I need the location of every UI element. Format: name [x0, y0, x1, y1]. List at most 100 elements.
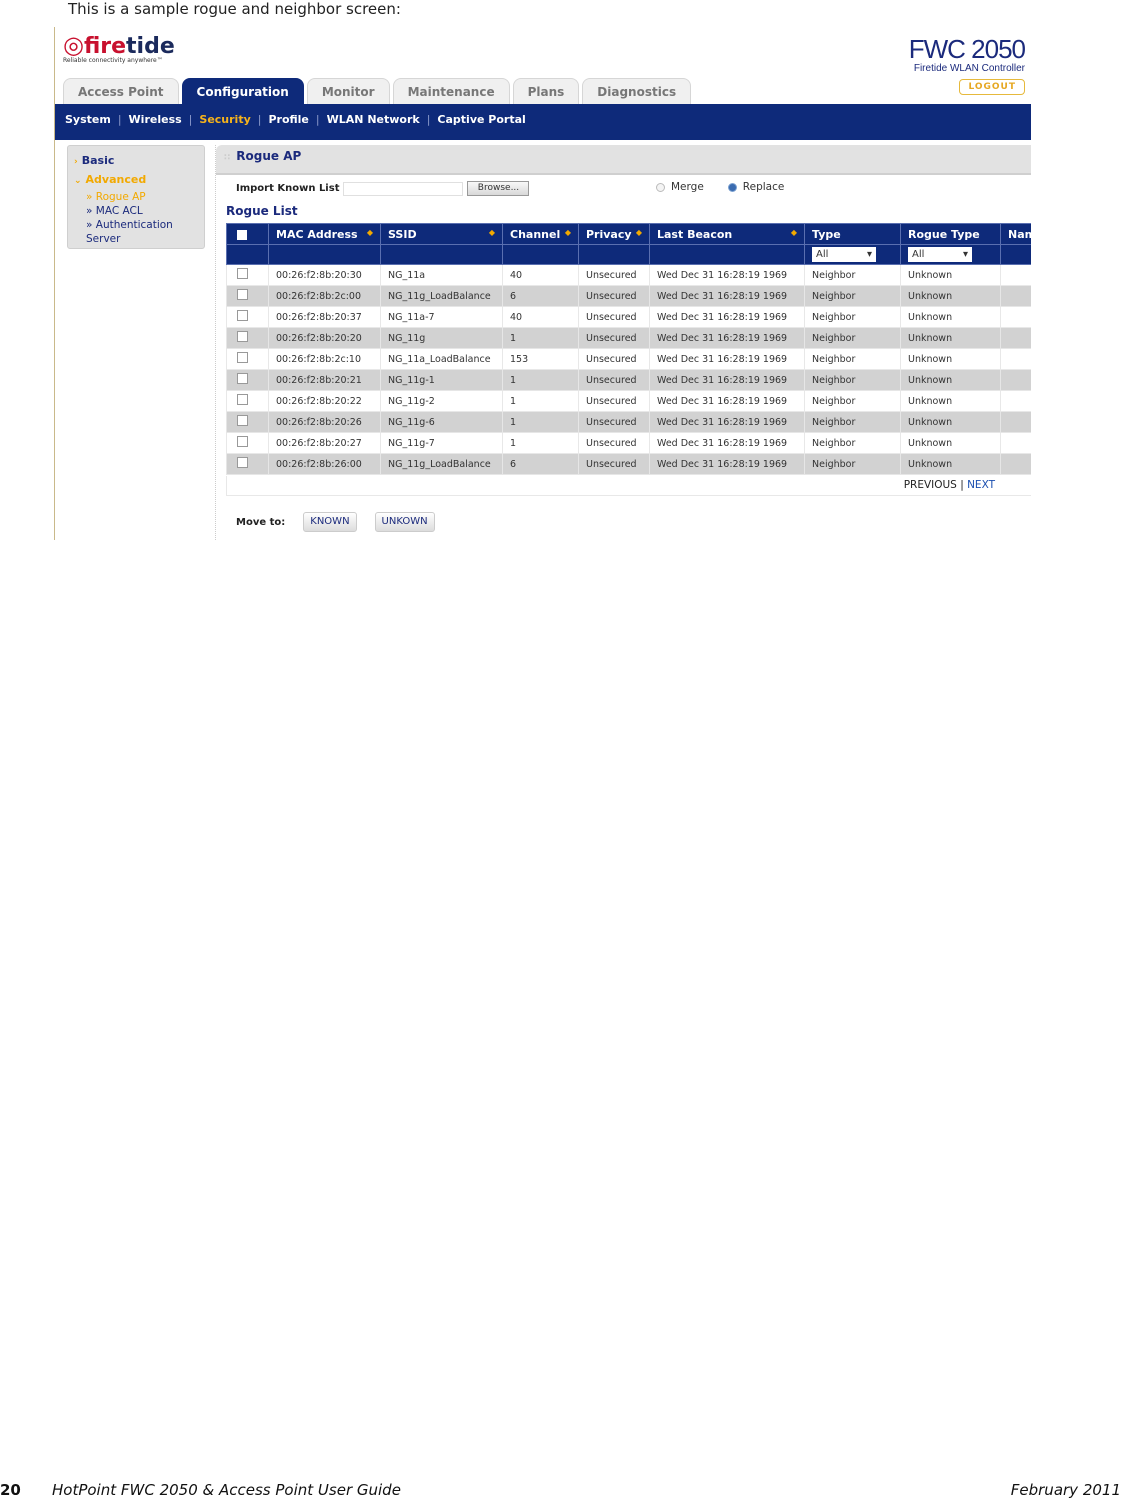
flame-icon: ◎ [63, 31, 84, 59]
column-header-ssid[interactable]: SSID ◆ [380, 223, 503, 245]
subnav-wireless[interactable]: Wireless [129, 113, 182, 126]
next-link[interactable]: NEXT [967, 479, 995, 491]
type-cell: Neighbor [804, 327, 901, 349]
row-checkbox[interactable] [237, 289, 248, 300]
subnav-separator: | [426, 112, 431, 126]
tab-maintenance[interactable]: Maintenance [392, 78, 510, 105]
tab-configuration[interactable]: Configuration [181, 78, 304, 105]
channel-cell: 1 [502, 390, 579, 412]
table-row[interactable]: 00:26:f2:8b:20:30 NG_11a 40 Unsecured Wed De… [226, 264, 1031, 286]
publication-date: February 2011 [1010, 1481, 1121, 1499]
sidebar-item-basic[interactable]: › Basic [74, 152, 198, 171]
name-cell [1000, 348, 1031, 370]
tab-plans[interactable]: Plans [512, 78, 580, 105]
column-header-channel[interactable]: Channel ◆ [502, 223, 579, 245]
sort-icon[interactable]: ◆ [489, 228, 495, 237]
table-row[interactable]: 00:26:f2:8b:20:27 NG_11g-7 1 Unsecured Wed D… [226, 432, 1031, 454]
row-checkbox[interactable] [237, 457, 248, 468]
table-row[interactable]: 00:26:f2:8b:2c:00 NG_11g_LoadBalance 6 Unse… [226, 285, 1031, 307]
replace-radio[interactable] [727, 182, 737, 192]
name-cell [1000, 432, 1031, 454]
column-header-last-beacon[interactable]: Last Beacon ◆ [649, 223, 805, 245]
ssid-header-label: SSID [388, 227, 417, 241]
merge-label: Merge [671, 181, 704, 193]
table-row[interactable]: 00:26:f2:8b:20:26 NG_11g-6 1 Unsecured Wed D… [226, 411, 1031, 433]
type-cell: Neighbor [804, 432, 901, 454]
row-select-cell [226, 432, 269, 454]
type-cell: Neighbor [804, 453, 901, 475]
channel-cell: 40 [502, 264, 579, 286]
subnav-security[interactable]: Security [199, 113, 250, 126]
sidebar-item-mac-acl[interactable]: » MAC ACL [74, 204, 198, 218]
select-all-checkbox[interactable] [237, 229, 247, 240]
subnav-separator: | [188, 112, 193, 126]
import-known-list-row: Import Known List Browse... [236, 181, 530, 196]
column-header-mac[interactable]: MAC Address ◆ [268, 223, 381, 245]
row-checkbox[interactable] [237, 394, 248, 405]
tab-diagnostics[interactable]: Diagnostics [582, 78, 692, 105]
privacy-cell: Unsecured [578, 369, 650, 391]
column-header-privacy[interactable]: Privacy ◆ [578, 223, 650, 245]
subnav-captive-portal[interactable]: Captive Portal [437, 113, 525, 126]
ssid-cell: NG_11g [380, 327, 503, 349]
tab-access-point[interactable]: Access Point [63, 78, 179, 105]
table-row[interactable]: 00:26:f2:8b:26:00 NG_11g_LoadBalance 6 Unse… [226, 453, 1031, 475]
merge-radio[interactable] [656, 182, 665, 192]
row-checkbox[interactable] [237, 415, 248, 426]
ssid-cell: NG_11a [380, 264, 503, 286]
ssid-cell: NG_11g-2 [380, 390, 503, 412]
sidebar-item-rogue-ap[interactable]: » Rogue AP [74, 190, 198, 204]
privacy-cell: Unsecured [578, 432, 650, 454]
rogue-type-cell: Unknown [900, 453, 1001, 475]
ssid-cell: NG_11g_LoadBalance [380, 453, 503, 475]
row-checkbox[interactable] [237, 436, 248, 447]
rogue-type-cell: Unknown [900, 432, 1001, 454]
sidebar-item-authentication-server[interactable]: » Authentication Server [74, 218, 198, 246]
logout-button[interactable]: LOGOUT [959, 79, 1025, 95]
sort-icon[interactable]: ◆ [565, 228, 571, 237]
move-known-button[interactable]: KNOWN [303, 512, 357, 532]
previous-link[interactable]: PREVIOUS [904, 479, 957, 491]
table-row[interactable]: 00:26:f2:8b:2c:10 NG_11a_LoadBalance 153 Un… [226, 348, 1031, 370]
move-unknown-button[interactable]: UNKOWN [374, 512, 435, 532]
sidebar-item-advanced[interactable]: ⌄ Advanced [74, 171, 198, 190]
last-beacon-cell: Wed Dec 31 16:28:19 1969 [649, 285, 805, 307]
chevron-right-icon: › [74, 157, 78, 167]
beacon-header-label: Last Beacon [657, 227, 733, 241]
subnav-profile[interactable]: Profile [268, 113, 308, 126]
row-checkbox[interactable] [237, 268, 248, 279]
type-filter-select[interactable]: All ▾ [812, 247, 876, 262]
type-filter-value: All [816, 249, 829, 260]
sub-navigation: System | Wireless | Security | Profile | WLA… [55, 104, 1031, 134]
subnav-wlan-network[interactable]: WLAN Network [327, 113, 420, 126]
subnav-separator: | [257, 112, 262, 126]
import-file-input[interactable] [343, 181, 464, 196]
row-checkbox[interactable] [237, 331, 248, 342]
mac-cell: 00:26:f2:8b:2c:00 [268, 285, 381, 307]
sort-icon[interactable]: ◆ [791, 228, 797, 237]
rogue-type-filter-select[interactable]: All ▾ [908, 247, 972, 262]
rogue-list-table: MAC Address ◆ SSID ◆ Channel ◆ Privacy ◆ La… [226, 223, 1031, 475]
table-row[interactable]: 00:26:f2:8b:20:37 NG_11a-7 40 Unsecured Wed … [226, 306, 1031, 328]
last-beacon-cell: Wed Dec 31 16:28:19 1969 [649, 432, 805, 454]
dropdown-arrow-icon: ▾ [866, 249, 872, 260]
table-row[interactable]: 00:26:f2:8b:20:22 NG_11g-2 1 Unsecured Wed D… [226, 390, 1031, 412]
name-cell [1000, 369, 1031, 391]
subnav-system[interactable]: System [65, 113, 111, 126]
row-checkbox[interactable] [237, 310, 248, 321]
mac-cell: 00:26:f2:8b:20:30 [268, 264, 381, 286]
move-to-label: Move to: [236, 516, 286, 528]
table-row[interactable]: 00:26:f2:8b:20:21 NG_11g-1 1 Unsecured Wed D… [226, 369, 1031, 391]
subnav-separator: | [117, 112, 122, 126]
type-cell: Neighbor [804, 369, 901, 391]
tab-monitor[interactable]: Monitor [306, 78, 390, 105]
browse-button[interactable]: Browse... [467, 181, 530, 196]
row-checkbox[interactable] [237, 373, 248, 384]
screenshot-figure: ◎firetide Reliable connectivity anywhere… [54, 27, 1031, 540]
table-row[interactable]: 00:26:f2:8b:20:20 NG_11g 1 Unsecured Wed Dec… [226, 327, 1031, 349]
sort-icon[interactable]: ◆ [367, 228, 373, 237]
mac-cell: 00:26:f2:8b:2c:10 [268, 348, 381, 370]
logo-tagline: Reliable connectivity anywhere™ [63, 57, 163, 64]
row-checkbox[interactable] [237, 352, 248, 363]
sort-icon[interactable]: ◆ [636, 228, 642, 237]
